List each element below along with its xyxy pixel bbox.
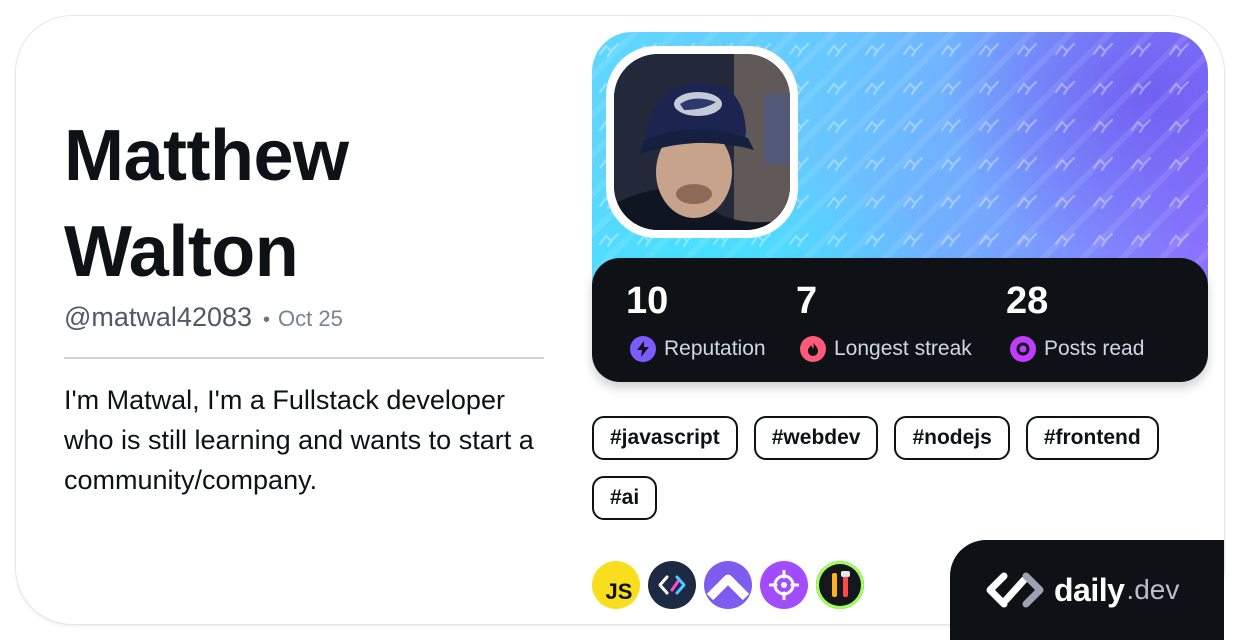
squad-js-label: JS (605, 579, 633, 604)
tools-icon[interactable] (816, 561, 864, 609)
ring-icon (1010, 336, 1036, 362)
stat-posts-read: 28 Posts read (972, 278, 1144, 362)
stat-value: 10 (626, 280, 669, 322)
joined-date: Oct 25 (278, 306, 343, 331)
tag-nodejs[interactable]: #nodejs (894, 416, 1010, 460)
profile-name: Matthew Walton (64, 108, 349, 300)
dailydev-squad-icon[interactable] (648, 561, 696, 609)
avatar-image (614, 54, 790, 230)
stat-label: Longest streak (834, 337, 972, 360)
stat-label: Posts read (1044, 337, 1145, 360)
up-arrow-icon[interactable] (704, 561, 752, 609)
username[interactable]: @matwal42083 (64, 302, 252, 333)
brand-name: daily (1054, 571, 1125, 608)
tag-webdev[interactable]: #webdev (753, 416, 879, 460)
avatar[interactable] (614, 54, 790, 230)
first-name: Matthew (64, 116, 349, 196)
brand-tld: .dev (1126, 574, 1180, 605)
tag-list: #javascript #webdev #nodejs #frontend #a… (592, 416, 1208, 520)
stat-reputation: 10 Reputation (592, 278, 766, 362)
target-icon[interactable] (760, 561, 808, 609)
lightning-icon (630, 336, 656, 362)
tag-ai[interactable]: #ai (592, 476, 658, 520)
js-icon[interactable]: JS (592, 561, 640, 609)
squad-list: JS (592, 561, 864, 609)
profile-meta: @matwal42083 • Oct 25 (64, 302, 343, 333)
avatar-frame (606, 46, 798, 238)
flame-icon (800, 336, 826, 362)
last-name: Walton (64, 212, 299, 292)
separator: • (263, 309, 271, 331)
stat-longest-streak: 7 Longest streak (762, 278, 972, 362)
stats-panel: 10 Reputation 7 Longest streak 28 Posts … (592, 258, 1208, 382)
brand-badge: daily .dev (950, 540, 1224, 640)
tag-javascript[interactable]: #javascript (592, 416, 738, 460)
stat-value: 28 (1006, 280, 1049, 322)
stat-label: Reputation (664, 337, 766, 360)
bio: I'm Matwal, I'm a Fullstack developer wh… (64, 385, 534, 495)
divider (64, 357, 544, 359)
dailydev-logo-icon (986, 572, 1044, 608)
tag-frontend[interactable]: #frontend (1025, 416, 1159, 460)
stat-value: 7 (796, 280, 818, 322)
